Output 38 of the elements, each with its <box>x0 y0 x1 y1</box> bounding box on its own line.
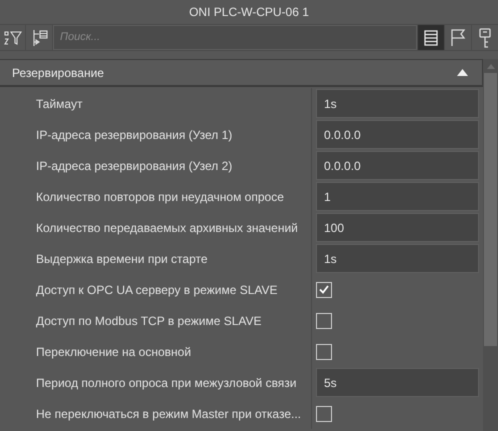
value-field[interactable]: 1s <box>316 244 479 273</box>
checkbox[interactable] <box>316 406 332 422</box>
view-button[interactable] <box>418 25 444 50</box>
property-label: Таймаут <box>36 96 82 112</box>
property-label: Доступ к OPC UA серверу в режиме SLAVE <box>36 282 278 298</box>
collapse-icon <box>457 69 468 76</box>
value-field[interactable]: 0.0.0.0 <box>316 120 479 149</box>
value-field[interactable]: 1 <box>316 182 479 211</box>
property-label: Количество передаваемых архивных значений <box>36 220 298 236</box>
key-icon <box>479 28 491 48</box>
sort-filter-button[interactable] <box>0 25 25 50</box>
property-label: Выдержка времени при старте <box>36 250 208 268</box>
property-label: IP-адреса резервирования (Узел 2) <box>36 158 232 174</box>
search-field[interactable]: Поиск... <box>53 25 417 50</box>
check-icon <box>319 285 329 294</box>
checkbox[interactable] <box>316 312 332 328</box>
view-button[interactable] <box>472 25 498 50</box>
property-label: Количество повторов при неудачном опросе <box>36 188 284 206</box>
checkbox[interactable] <box>316 282 332 298</box>
property-label: Доступ по Modbus TCP в режиме SLAVE <box>36 312 262 330</box>
window-title: ONI PLC-W-CPU-06 1 <box>189 4 309 21</box>
section-header[interactable]: Резервирование <box>0 59 483 86</box>
flag-icon <box>450 28 466 46</box>
tree-button[interactable] <box>26 25 52 50</box>
property-label: Переключение на основной <box>36 344 192 360</box>
property-label: IP-адреса резервирования (Узел 1) <box>36 126 232 144</box>
property-label: Не переключаться в режим Master при отказе... <box>36 406 302 422</box>
sort-filter-icon <box>4 30 22 46</box>
view-button[interactable] <box>445 25 471 50</box>
value-field[interactable]: 0.0.0.0 <box>316 151 479 180</box>
scroll-up-icon <box>486 64 494 68</box>
checkbox[interactable] <box>316 344 332 360</box>
property-label: Период полного опроса при межузловой связи <box>36 374 297 392</box>
value-field[interactable]: 100 <box>316 213 479 242</box>
scrollbar[interactable] <box>483 59 498 431</box>
list-icon <box>424 30 438 46</box>
value-field[interactable]: 5s <box>316 368 479 397</box>
value-field[interactable]: 1s <box>316 89 479 118</box>
